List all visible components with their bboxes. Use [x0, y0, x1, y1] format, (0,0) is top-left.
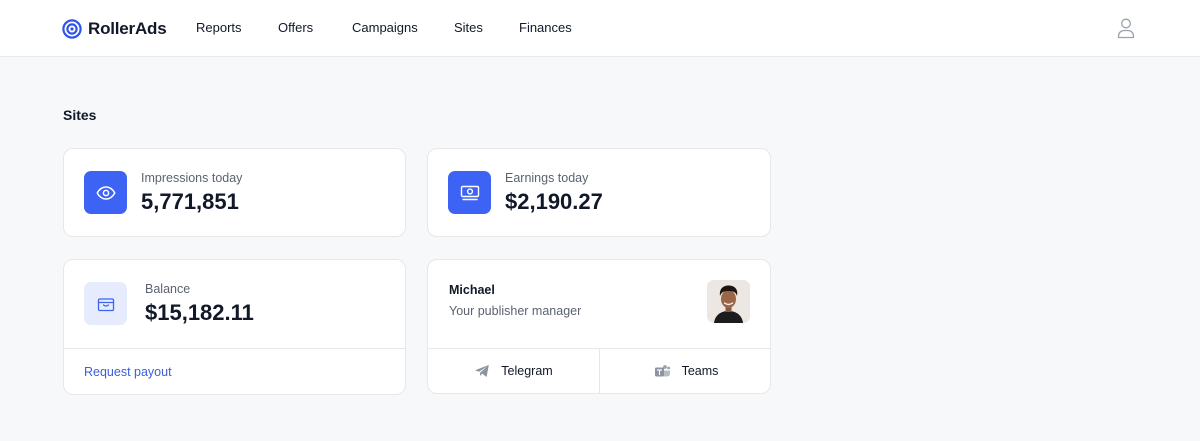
- teams-icon: [654, 365, 670, 377]
- balance-label: Balance: [145, 282, 191, 296]
- manager-name: Michael: [449, 283, 495, 297]
- nav-campaigns[interactable]: Campaigns: [352, 20, 418, 35]
- impressions-value: 5,771,851: [141, 189, 239, 214]
- manager-avatar: [707, 280, 750, 323]
- request-payout-link[interactable]: Request payout: [84, 365, 172, 379]
- teams-label: Teams: [681, 364, 719, 378]
- brand-logo[interactable]: RollerAds: [62, 18, 167, 40]
- teams-button[interactable]: Teams: [600, 348, 770, 393]
- earnings-card: Earnings today $2,190.27: [427, 148, 771, 237]
- money-icon: [460, 185, 479, 200]
- brand-name: RollerAds: [88, 19, 167, 38]
- nav-reports[interactable]: Reports: [196, 20, 242, 35]
- eye-icon: [95, 185, 116, 200]
- balance-divider: [64, 348, 405, 349]
- balance-icon-box: [84, 282, 127, 325]
- impressions-card: Impressions today 5,771,851: [63, 148, 406, 237]
- impressions-icon-box: [84, 171, 127, 214]
- top-navigation-bar: RollerAds Reports Offers Campaigns Sites…: [0, 0, 1200, 57]
- manager-role: Your publisher manager: [449, 304, 582, 318]
- balance-card: Balance $15,182.11 Request payout: [63, 259, 406, 395]
- rollerads-logo-icon: [62, 19, 82, 39]
- publisher-manager-card: Michael Your publisher manager Telegram …: [427, 259, 771, 394]
- wallet-icon: [97, 297, 114, 311]
- nav-finances[interactable]: Finances: [519, 20, 572, 35]
- earnings-value: $2,190.27: [505, 189, 603, 214]
- nav-sites[interactable]: Sites: [454, 20, 483, 35]
- manager-portrait-image: [707, 280, 750, 323]
- nav-offers[interactable]: Offers: [278, 20, 313, 35]
- page-title: Sites: [63, 107, 97, 123]
- telegram-button[interactable]: Telegram: [428, 348, 599, 393]
- user-icon: [1117, 18, 1135, 39]
- telegram-icon: [475, 365, 490, 377]
- impressions-label: Impressions today: [141, 171, 243, 185]
- earnings-label: Earnings today: [505, 171, 589, 185]
- balance-value: $15,182.11: [145, 300, 254, 325]
- telegram-label: Telegram: [501, 364, 553, 378]
- earnings-icon-box: [448, 171, 491, 214]
- user-menu-button[interactable]: [1116, 17, 1136, 39]
